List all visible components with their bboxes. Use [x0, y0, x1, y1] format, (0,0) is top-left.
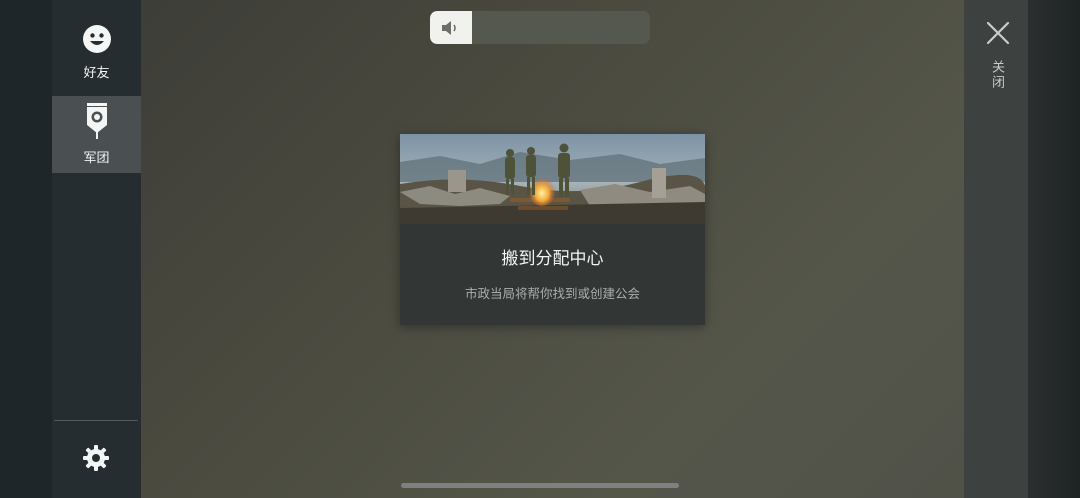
gear-icon — [82, 444, 110, 476]
legion-banner-icon — [84, 103, 110, 143]
close-button[interactable] — [983, 20, 1013, 50]
close-icon — [986, 21, 1010, 49]
speaker-icon — [440, 18, 462, 38]
smiley-face-icon — [82, 24, 112, 58]
relocate-distribution-center-card[interactable]: 搬到分配中心 市政当局将帮你找到或创建公会 — [400, 134, 705, 325]
card-illustration — [400, 134, 705, 224]
card-title: 搬到分配中心 — [501, 249, 604, 269]
volume-slider[interactable] — [430, 11, 650, 44]
right-edge-strip — [1028, 0, 1080, 498]
sidebar: 好友 军团 — [52, 0, 141, 498]
sidebar-item-label: 好友 — [83, 65, 110, 81]
close-label[interactable]: 关闭 — [988, 60, 1006, 90]
sidebar-divider — [54, 420, 138, 421]
home-indicator[interactable] — [401, 483, 679, 488]
sidebar-item-label: 军团 — [83, 151, 110, 166]
sidebar-item-legion[interactable]: 军团 — [52, 96, 141, 173]
card-subtitle: 市政当局将帮你找到或创建公会 — [464, 286, 640, 301]
sidebar-item-friends[interactable]: 好友 — [52, 18, 141, 86]
left-edge-strip — [0, 0, 52, 498]
settings-button[interactable] — [76, 440, 116, 480]
